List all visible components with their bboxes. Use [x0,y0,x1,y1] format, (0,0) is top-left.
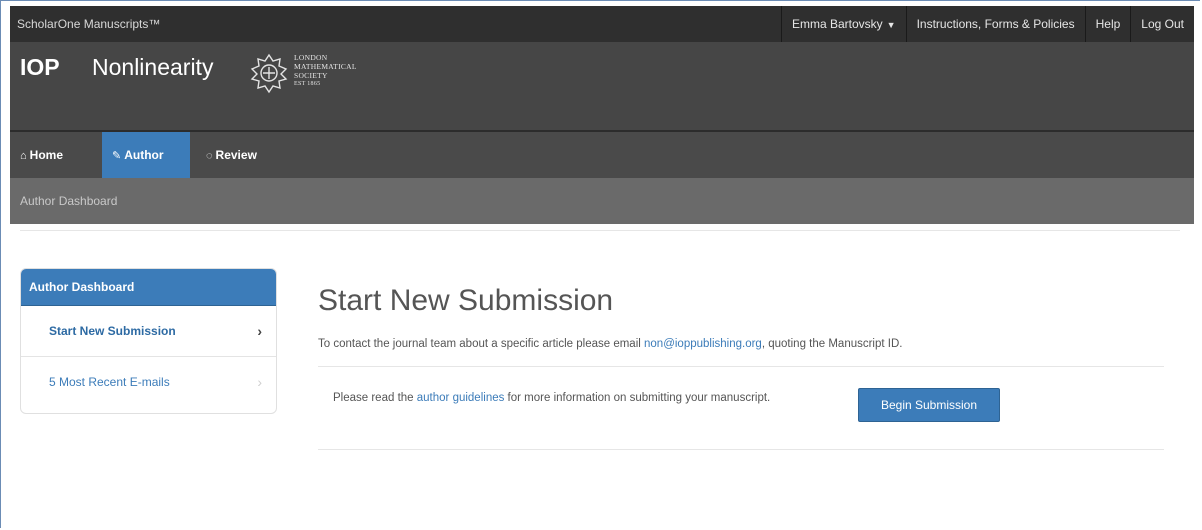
divider [318,449,1164,450]
journal-header: IOP Nonlinearity LONDON MATHEMATICAL SOC… [10,42,1194,132]
instructions-link[interactable]: Instructions, Forms & Policies [905,6,1085,42]
page-title: Start New Submission [318,284,614,317]
tab-author[interactable]: ✎ Author [102,132,190,178]
lms-crest-icon [250,53,288,94]
sidebar-item-recent-emails[interactable]: 5 Most Recent E-mails › [21,356,276,407]
author-guidelines-link[interactable]: author guidelines [417,392,505,404]
contact-text: To contact the journal team about a spec… [318,338,903,350]
divider [20,230,1180,231]
brand-label: ScholarOne Manuscripts™ [17,17,161,31]
sidebar-item-label: Start New Submission [49,324,176,338]
lms-logo-text: LONDON MATHEMATICAL SOCIETY EST 1865 [294,53,357,87]
sidebar-item-label: 5 Most Recent E-mails [49,375,170,389]
sidebar-title: Author Dashboard [21,269,276,306]
tab-home[interactable]: ⌂ Home [10,132,94,178]
begin-submission-button[interactable]: Begin Submission [858,388,1000,422]
pencil-icon: ✎ [112,150,122,162]
caret-down-icon: ▼ [886,20,896,30]
contact-email-link[interactable]: non@ioppublishing.org [644,338,762,350]
main-nav: ⌂ Home ✎ Author ◌ Review [10,132,1194,178]
iop-logo: IOP [20,54,60,80]
help-link[interactable]: Help [1084,6,1131,42]
divider [318,366,1164,367]
breadcrumb: Author Dashboard [20,194,118,208]
logout-link[interactable]: Log Out [1130,6,1194,42]
home-icon: ⌂ [20,150,27,162]
sidebar-item-start-new-submission[interactable]: Start New Submission › [21,306,276,356]
chevron-right-icon: › [257,323,262,339]
comment-icon: ◌ [206,150,213,162]
sidebar-panel: Author Dashboard Start New Submission › … [20,268,277,414]
top-bar: ScholarOne Manuscripts™ Emma Bartovsky ▼ … [10,6,1194,42]
guidelines-text: Please read the author guidelines for mo… [333,392,771,404]
breadcrumb-bar: Author Dashboard [10,178,1194,224]
tab-review[interactable]: ◌ Review [196,132,288,178]
top-nav: Emma Bartovsky ▼ Instructions, Forms & Po… [780,6,1194,42]
user-menu-label: Emma Bartovsky [791,17,883,31]
user-menu[interactable]: Emma Bartovsky ▼ [780,6,906,42]
journal-name: Nonlinearity [92,54,214,80]
chevron-right-icon: › [257,374,262,390]
